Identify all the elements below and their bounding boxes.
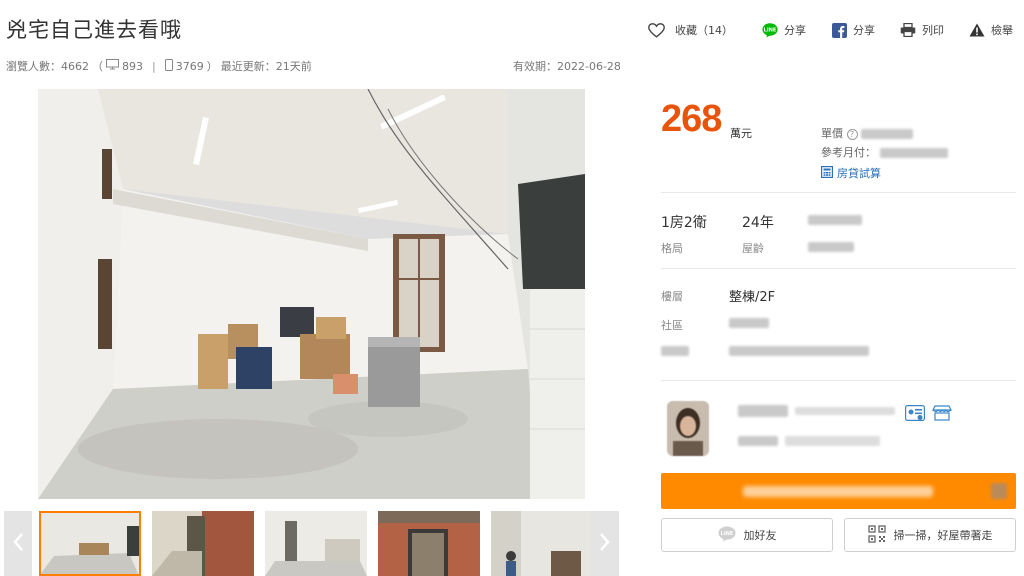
thumbnail-5[interactable] [491, 511, 593, 576]
print-button[interactable]: 列印 [900, 22, 944, 38]
facebook-share-button[interactable]: 分享 [832, 22, 875, 38]
facebook-share-label: 分享 [853, 24, 875, 37]
thumbnail-strip [4, 511, 619, 576]
agent-detail2-redacted [785, 436, 880, 446]
thumbnail-2[interactable] [152, 511, 254, 576]
community-value-redacted [729, 318, 769, 328]
action-bar: 收藏（14） LINE 分享 分享 列印 檢舉 [648, 22, 1024, 46]
phone-extra-redacted [991, 483, 1007, 499]
mobile-views: 3769 [175, 59, 204, 73]
expiry-date: 有效期：2022-06-28 [513, 60, 621, 73]
warning-icon [969, 23, 985, 37]
agent-avatar [667, 401, 709, 456]
divider-3 [661, 380, 1016, 381]
qr-code-icon [867, 524, 886, 546]
unit-price-value-redacted [861, 129, 913, 139]
report-button[interactable]: 檢舉 [969, 22, 1013, 38]
unit-price-label: 單價 [821, 127, 843, 140]
stats-close-paren: ） [206, 60, 218, 73]
facebook-icon [832, 22, 847, 38]
svg-text:LINE: LINE [764, 27, 777, 33]
line-share-button[interactable]: LINE 分享 [762, 22, 806, 38]
thumb-prev-button[interactable] [4, 511, 32, 576]
area-label-redacted [808, 242, 854, 252]
listing-title: 兇宅自己進去看哦 [6, 18, 182, 42]
area-value-redacted [808, 215, 862, 225]
print-label: 列印 [922, 24, 944, 37]
thumbnail-3[interactable] [265, 511, 367, 576]
agent-detail-redacted [738, 436, 778, 446]
agent-id-badge-icon[interactable] [905, 405, 925, 425]
help-icon[interactable]: ? [846, 128, 858, 140]
price-amount: 268 [661, 98, 722, 140]
favorite-button[interactable]: 收藏（14） [648, 22, 733, 38]
thumb-next-button[interactable] [591, 511, 619, 576]
unit-price-row: 單價 ? [821, 125, 913, 141]
stats-separator: | [152, 59, 156, 73]
calculator-icon [821, 165, 834, 181]
monthly-payment-label: 參考月付： [821, 146, 876, 159]
floor-value: 整棟/2F [729, 290, 776, 305]
stats-open-paren: （ [92, 60, 103, 73]
community-label: 社區 [661, 319, 683, 332]
mortgage-calculator-link[interactable]: 房貸試算 [821, 165, 881, 181]
line-add-friend-label: 加好友 [743, 529, 777, 542]
line-icon: LINE [762, 22, 778, 38]
address-label-redacted [661, 346, 689, 356]
chevron-left-icon [12, 529, 24, 559]
main-photo[interactable] [38, 89, 585, 499]
line-icon: LINE [718, 526, 736, 545]
age-value: 24年 [742, 215, 774, 231]
call-agent-button[interactable] [661, 473, 1016, 509]
qr-scan-button[interactable]: 掃一掃，好屋帶著走 [844, 518, 1016, 552]
layout-value: 1房2衛 [661, 215, 707, 231]
divider-2 [661, 268, 1016, 269]
line-add-friend-button[interactable]: LINE 加好友 [661, 518, 833, 552]
mortgage-calculator-label: 房貸試算 [837, 167, 881, 180]
last-updated: 最近更新：21天前 [220, 60, 312, 73]
views-count: 瀏覽人數：4662 [6, 60, 89, 73]
qr-scan-label: 掃一掃，好屋帶著走 [893, 529, 993, 542]
printer-icon [900, 23, 916, 37]
svg-text:LINE: LINE [720, 531, 733, 537]
divider-1 [661, 192, 1016, 193]
floor-label: 樓層 [661, 290, 683, 303]
desktop-views: 893 [122, 59, 143, 73]
monthly-payment-row: 參考月付： [821, 144, 948, 160]
chevron-right-icon [599, 529, 611, 559]
thumbnail-4[interactable] [378, 511, 480, 576]
heart-icon [648, 22, 665, 38]
monthly-payment-value-redacted [879, 148, 948, 158]
desktop-icon [106, 59, 119, 73]
report-label: 檢舉 [991, 24, 1013, 37]
agent-name-redacted [738, 405, 788, 417]
agent-store-icon[interactable] [932, 405, 952, 425]
agent-company-redacted [795, 407, 895, 415]
address-value-redacted [729, 346, 869, 356]
layout-label: 格局 [661, 242, 683, 255]
line-share-label: 分享 [784, 24, 806, 37]
phone-number-redacted [743, 486, 933, 497]
price-unit: 萬元 [730, 127, 752, 140]
mobile-icon [164, 58, 173, 74]
favorite-label: 收藏（14） [675, 24, 733, 37]
listing-stats: 瀏覽人數：4662 （ 893 | 3769 ） 最近更新：21天前 [6, 58, 312, 74]
thumbnail-1[interactable] [39, 511, 141, 576]
age-label: 屋齡 [742, 242, 764, 255]
